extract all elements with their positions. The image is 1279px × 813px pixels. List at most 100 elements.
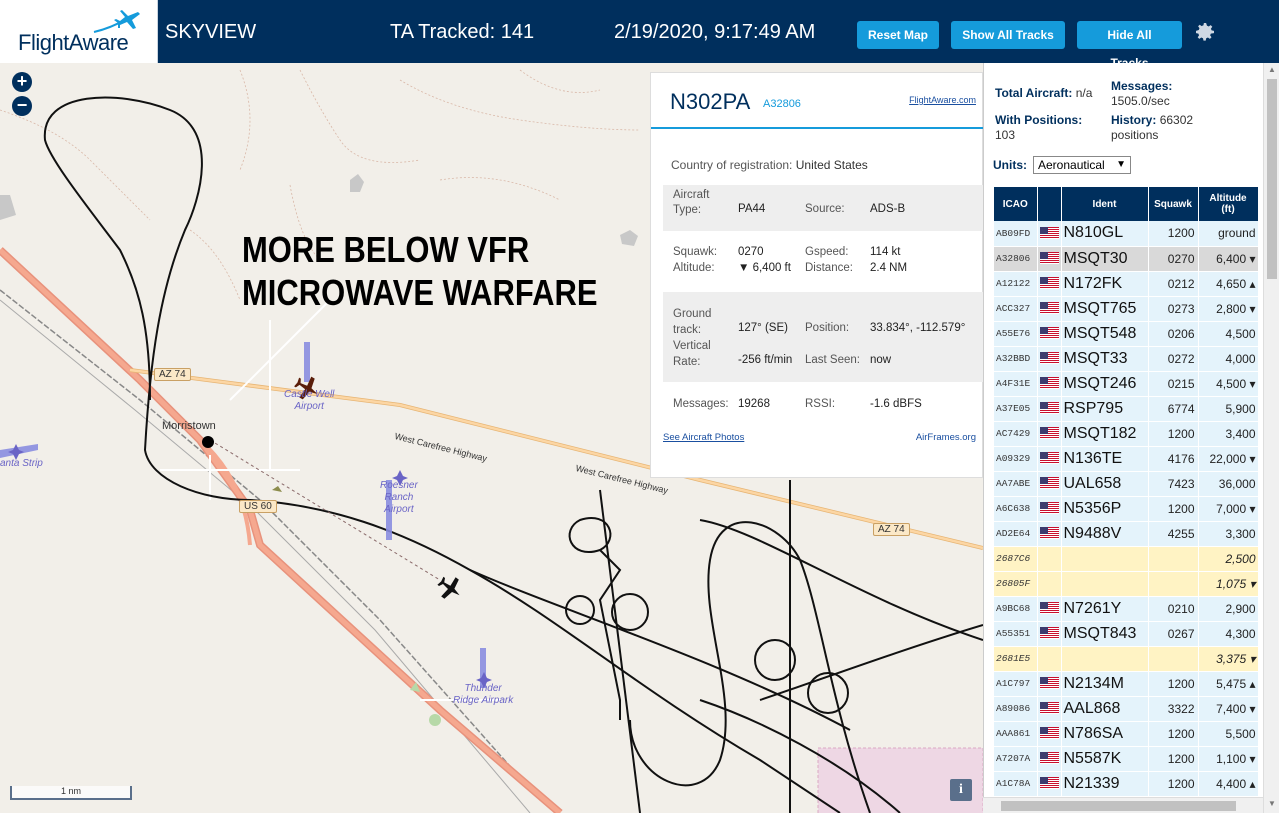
table-row[interactable]: A7207A N5587K 1200 1,100 ▾	[994, 746, 1259, 772]
flag-cell	[1037, 721, 1062, 747]
ident-cell: N7261Y	[1061, 596, 1149, 622]
flag-cell	[1037, 321, 1062, 347]
horizontal-scrollbar[interactable]	[983, 797, 1263, 813]
altitude-cell: 4,000	[1198, 346, 1259, 372]
overlay-line-1: MORE BELOW VFR	[242, 229, 530, 270]
flag-column-header[interactable]	[1037, 187, 1062, 221]
squawk-cell: 1200	[1148, 496, 1199, 522]
map-label-morristown: Morristown	[162, 420, 216, 432]
gear-icon[interactable]	[1193, 20, 1217, 44]
messages-label: Messages:	[673, 398, 729, 410]
us-flag-icon	[1039, 350, 1059, 367]
zoom-out-button[interactable]: −	[12, 96, 32, 116]
map-info-button[interactable]: i	[950, 779, 972, 801]
position-label: Position:	[805, 322, 850, 334]
vertical-scrollbar[interactable]: ▲ ▼	[1263, 63, 1279, 813]
altitude-label: Altitude:	[673, 262, 715, 274]
squawk-cell: 0267	[1148, 621, 1199, 647]
squawk-cell: 1200	[1148, 221, 1199, 247]
reset-map-button[interactable]: Reset Map	[857, 21, 939, 49]
squawk-cell: 1200	[1148, 771, 1199, 797]
show-all-tracks-button[interactable]: Show All Tracks	[951, 21, 1065, 49]
table-row[interactable]: ACC327 MSQT765 0273 2,800 ▾	[994, 296, 1259, 322]
overlay-caption: MORE BELOW VFR MICROWAVE WARFARE	[242, 228, 597, 314]
source-label: Source:	[805, 203, 845, 215]
table-row[interactable]: A55E76 MSQT548 0206 4,500	[994, 321, 1259, 347]
us-flag-icon	[1039, 425, 1059, 442]
us-flag-icon	[1039, 250, 1059, 267]
table-row[interactable]: AD2E64 N9488V 4255 3,300	[994, 521, 1259, 547]
ident-cell: N136TE	[1061, 446, 1149, 472]
table-row[interactable]: AAA861 N786SA 1200 5,500	[994, 721, 1259, 747]
squawk-cell: 7423	[1148, 471, 1199, 497]
table-row[interactable]: A12122 N172FK 0212 4,650 ▴	[994, 271, 1259, 297]
flag-cell	[1037, 596, 1062, 622]
history-label: History:	[1111, 113, 1157, 127]
table-row[interactable]: AC7429 MSQT182 1200 3,400	[994, 421, 1259, 447]
hide-all-tracks-button[interactable]: Hide All Tracks	[1077, 21, 1182, 70]
scroll-up-arrow-icon[interactable]: ▲	[1268, 65, 1276, 74]
flag-cell	[1037, 546, 1062, 572]
flightaware-link[interactable]: FlightAware.com	[909, 95, 976, 105]
flag-cell	[1037, 696, 1062, 722]
table-row[interactable]: A55351 MSQT843 0267 4,300	[994, 621, 1259, 647]
altitude-cell: 2,800 ▾	[1198, 296, 1259, 322]
table-row[interactable]: A9BC68 N7261Y 0210 2,900	[994, 596, 1259, 622]
scrollbar-thumb[interactable]	[1267, 79, 1277, 279]
table-row[interactable]: A1C797 N2134M 1200 5,475 ▴	[994, 671, 1259, 697]
us-flag-icon	[1039, 525, 1059, 542]
flightaware-logo[interactable]: FlightAware	[0, 0, 158, 63]
horizontal-scrollbar-thumb[interactable]	[1001, 801, 1236, 811]
table-row[interactable]: A37E05 RSP795 6774 5,900	[994, 396, 1259, 422]
icao-cell: AB09FD	[994, 221, 1038, 247]
ident-cell: MSQT843	[1061, 621, 1149, 647]
icao-cell: A4F31E	[994, 371, 1038, 397]
icao-cell: A37E05	[994, 396, 1038, 422]
us-flag-icon	[1039, 300, 1059, 317]
icao-cell: AA7ABE	[994, 471, 1038, 497]
squawk-cell: 0206	[1148, 321, 1199, 347]
distance-label: Distance:	[805, 262, 853, 274]
table-row[interactable]: 2681E5 3,375 ▾	[994, 646, 1259, 672]
table-row[interactable]: A6C638 N5356P 1200 7,000 ▾	[994, 496, 1259, 522]
aircraft-hex-link[interactable]: A32806	[763, 98, 801, 110]
table-row[interactable]: AB09FD N810GL 1200 ground	[994, 221, 1259, 247]
altitude-cell: 2,500	[1198, 546, 1259, 572]
altitude-column-header[interactable]: Altitude (ft)	[1198, 187, 1259, 221]
table-row[interactable]: 2687C6 2,500	[994, 546, 1259, 572]
airframes-link[interactable]: AirFrames.org	[916, 432, 976, 443]
table-row[interactable]: A09329 N136TE 4176 22,000 ▾	[994, 446, 1259, 472]
table-row[interactable]: AA7ABE UAL658 7423 36,000	[994, 471, 1259, 497]
us-flag-icon	[1039, 375, 1059, 392]
aircraft-table-body: AB09FD N810GL 1200 ground A32806 MSQT30 0270 6,…	[994, 221, 1259, 813]
ident-column-header[interactable]: Ident	[1061, 187, 1149, 221]
ident-cell: N5587K	[1061, 746, 1149, 772]
table-row[interactable]: A1C78A N21339 1200 4,400 ▴	[994, 771, 1259, 797]
scroll-down-arrow-icon[interactable]: ▼	[1268, 799, 1276, 808]
icao-column-header[interactable]: ICAO	[994, 187, 1038, 221]
squawk-cell: 0272	[1148, 346, 1199, 372]
us-flag-icon	[1039, 224, 1059, 241]
us-flag-icon	[1039, 700, 1059, 717]
vertical-rate-label: Vertical Rate:	[673, 340, 711, 368]
icao-cell: A32BBD	[994, 346, 1038, 372]
zoom-in-button[interactable]: +	[12, 72, 32, 92]
units-select[interactable]: Aeronautical ▼	[1033, 156, 1131, 174]
icao-cell: A55E76	[994, 321, 1038, 347]
table-row[interactable]: A32806 MSQT30 0270 6,400 ▾	[994, 246, 1259, 272]
table-row[interactable]: 26805F 1,075 ▾	[994, 571, 1259, 597]
squawk-column-header[interactable]: Squawk	[1148, 187, 1199, 221]
table-row[interactable]: A32BBD MSQT33 0272 4,000	[994, 346, 1259, 372]
aircraft-type-value: PA44	[738, 203, 766, 215]
table-row[interactable]: A89086 AAL868 3322 7,400 ▾	[994, 696, 1259, 722]
ident-cell: RSP795	[1061, 396, 1149, 422]
ident-cell: MSQT246	[1061, 371, 1149, 397]
icao-cell: A7207A	[994, 746, 1038, 772]
us-flag-icon	[1039, 500, 1059, 517]
icao-cell: A12122	[994, 271, 1038, 297]
see-aircraft-photos-link[interactable]: See Aircraft Photos	[663, 432, 744, 443]
units-label: Units:	[993, 158, 1027, 172]
source-value: ADS-B	[870, 203, 906, 215]
table-row[interactable]: A4F31E MSQT246 0215 4,500 ▾	[994, 371, 1259, 397]
us-flag-icon	[1039, 450, 1059, 467]
